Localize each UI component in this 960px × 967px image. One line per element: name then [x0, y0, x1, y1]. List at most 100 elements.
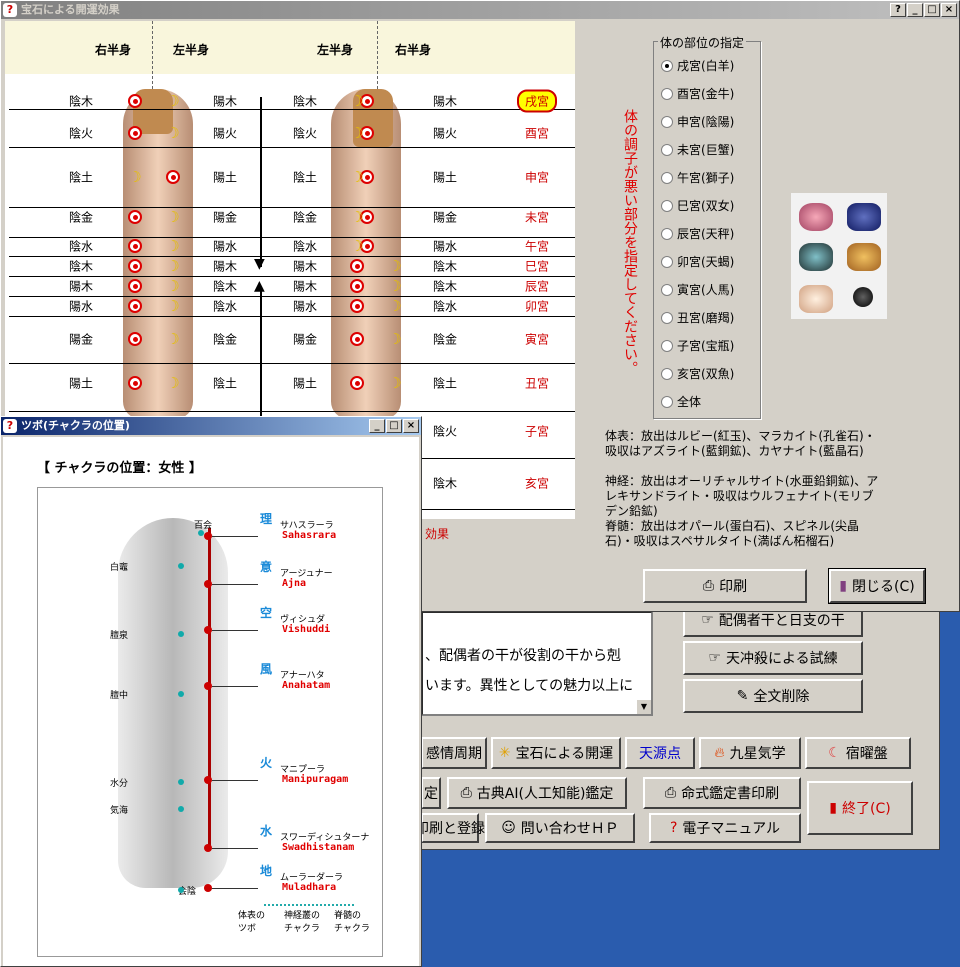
element-cell: 陰土: [69, 170, 94, 185]
tei-button[interactable]: 定: [421, 777, 441, 809]
scroll-down-icon[interactable]: ▼: [637, 700, 651, 714]
shukuyo-button[interactable]: ☾ 宿曜盤: [805, 737, 911, 769]
bio-label: 感情周期: [426, 746, 482, 762]
element-cell: 陰土: [293, 170, 318, 185]
palace-cell[interactable]: 午宮: [525, 238, 549, 255]
emit-marker-icon: [128, 259, 142, 273]
inquiry-label: 問い合わせＨＰ: [520, 821, 619, 837]
printer-icon: ⎙: [702, 578, 715, 594]
maximize-button[interactable]: □: [386, 419, 402, 433]
radio-circle-icon: [661, 283, 673, 296]
ai-label: 古典AI(人工知能)鑑定: [476, 786, 614, 802]
element-cell: 陰火: [69, 126, 94, 141]
emit-marker-icon: [166, 170, 180, 184]
element-cell: 陽水: [69, 299, 94, 314]
chakra-kanji: 空: [260, 606, 273, 620]
body-part-radio[interactable]: 子宮(宝瓶): [661, 337, 734, 354]
palace-cell[interactable]: 亥宮: [525, 475, 549, 492]
bio-button[interactable]: 感情周期: [421, 737, 487, 769]
tengen-button[interactable]: 天源点: [625, 737, 695, 769]
chakra-dot-icon: [204, 682, 212, 690]
absorb-moon-icon: ☽: [388, 330, 402, 348]
memo-textarea[interactable]: 、配偶者の干が役割の干から剋 います。異性としての魅力以上に ▼: [421, 611, 653, 716]
body-part-label: 亥宮(双魚): [677, 367, 735, 381]
body-part-radio[interactable]: 全体: [661, 393, 701, 410]
body-part-radio[interactable]: 巳宮(双女): [661, 197, 734, 214]
radio-circle-icon: [661, 87, 673, 100]
body-part-radio[interactable]: 申宮(陰陽): [661, 113, 734, 130]
chakra-kanji: 理: [260, 512, 273, 526]
meishiki-button[interactable]: ⎙ 命式鑑定書印刷: [643, 777, 801, 809]
inquiry-button[interactable]: ☺ 問い合わせＨＰ: [485, 813, 635, 843]
element-cell: 陽木: [213, 259, 238, 274]
palace-cell[interactable]: 未宮: [525, 209, 549, 226]
row-divider: [9, 109, 575, 110]
body-part-radio[interactable]: 午宮(獅子): [661, 169, 734, 186]
close-dialog-button[interactable]: ▮ 閉じる(C): [828, 568, 926, 604]
body-part-label: 丑宮(磨羯): [677, 311, 735, 325]
kyusei-label: 九星気学: [729, 746, 786, 762]
chakra-roman: Manipuragam: [282, 774, 349, 785]
chakra-dot-icon: [204, 776, 212, 784]
tenchu-button[interactable]: ☞ 天冲殺による試練: [683, 641, 863, 675]
close-button[interactable]: ×: [403, 419, 419, 433]
absorb-moon-icon: ☽: [166, 208, 180, 226]
gem-images: [791, 193, 887, 319]
chakra-heading: 【 チャクラの位置：女性 】: [37, 461, 202, 476]
palace-cell[interactable]: 申宮: [525, 169, 549, 186]
exit-button[interactable]: ▮ 終了(C): [807, 781, 913, 835]
body-part-radio[interactable]: 未宮(巨蟹): [661, 141, 734, 158]
body-part-radio[interactable]: 寅宮(人馬): [661, 281, 734, 298]
absorb-moon-icon: ☽: [166, 237, 180, 255]
clear-button[interactable]: ✎ 全文削除: [683, 679, 863, 713]
palace-cell[interactable]: 戌宮: [517, 89, 558, 113]
manual-button[interactable]: ? 電子マニュアル: [649, 813, 801, 843]
palace-cell[interactable]: 丑宮: [525, 375, 549, 392]
element-cell: 陰水: [69, 239, 94, 254]
body-part-radio[interactable]: 亥宮(双魚): [661, 365, 734, 382]
minimize-button[interactable]: _: [907, 3, 923, 17]
tsubo-label: 百会: [194, 521, 213, 531]
body-part-radio[interactable]: 卯宮(天蝎): [661, 253, 734, 270]
register-button[interactable]: 印刷と登録: [415, 813, 485, 843]
palace-cell[interactable]: 寅宮: [525, 331, 549, 348]
palace-cell[interactable]: 巳宮: [525, 258, 549, 275]
ai-button[interactable]: ⎙ 古典AI(人工知能)鑑定: [447, 777, 627, 809]
absorb-moon-icon: ☽: [350, 92, 364, 110]
chakra-roman: Sahasrara: [282, 530, 337, 541]
absorb-moon-icon: ☽: [166, 124, 180, 142]
shukuyo-label: 宿曜盤: [845, 746, 888, 762]
minimize-button[interactable]: _: [369, 419, 385, 433]
tsubo-label: 白竈: [110, 563, 129, 573]
body-part-radio[interactable]: 酉宮(金牛): [661, 85, 734, 102]
palace-cell[interactable]: 卯宮: [525, 298, 549, 315]
palace-cell[interactable]: 酉宮: [525, 125, 549, 142]
emit-marker-icon: [128, 210, 142, 224]
absorb-moon-icon: ☽: [166, 257, 180, 275]
body-part-radio[interactable]: 丑宮(磨羯): [661, 309, 734, 326]
close-button[interactable]: ×: [941, 3, 957, 17]
kyusei-button[interactable]: 🔥︎ 九星気学: [699, 737, 801, 769]
absorb-moon-icon: ☽: [166, 92, 180, 110]
element-cell: 陽火: [433, 126, 458, 141]
body-part-label: 辰宮(天秤): [677, 227, 735, 241]
chakra-dot-icon: [204, 580, 212, 588]
absorb-moon-icon: ☽: [166, 374, 180, 392]
help-button[interactable]: ?: [890, 3, 906, 17]
sun-icon: ✳: [498, 745, 511, 761]
body-part-radio[interactable]: 辰宮(天秤): [661, 225, 734, 242]
palace-cell[interactable]: 辰宮: [525, 278, 549, 295]
element-cell: 陰木: [433, 279, 458, 294]
element-cell: 陰木: [293, 94, 318, 109]
gem-button[interactable]: ✳ 宝石による開運: [491, 737, 621, 769]
leader-line: [212, 848, 258, 849]
body-part-radio[interactable]: 戌宮(白羊): [661, 57, 734, 74]
print-button[interactable]: ⎙ 印刷: [643, 569, 807, 603]
palace-cell[interactable]: 子宮: [525, 423, 549, 440]
row-divider: [9, 147, 575, 148]
body-part-label: 未宮(巨蟹): [677, 143, 735, 157]
tsubo-dot-icon: [178, 631, 184, 637]
tsubo-dot-icon: [198, 530, 204, 536]
element-cell: 陰土: [433, 376, 458, 391]
maximize-button[interactable]: □: [924, 3, 940, 17]
